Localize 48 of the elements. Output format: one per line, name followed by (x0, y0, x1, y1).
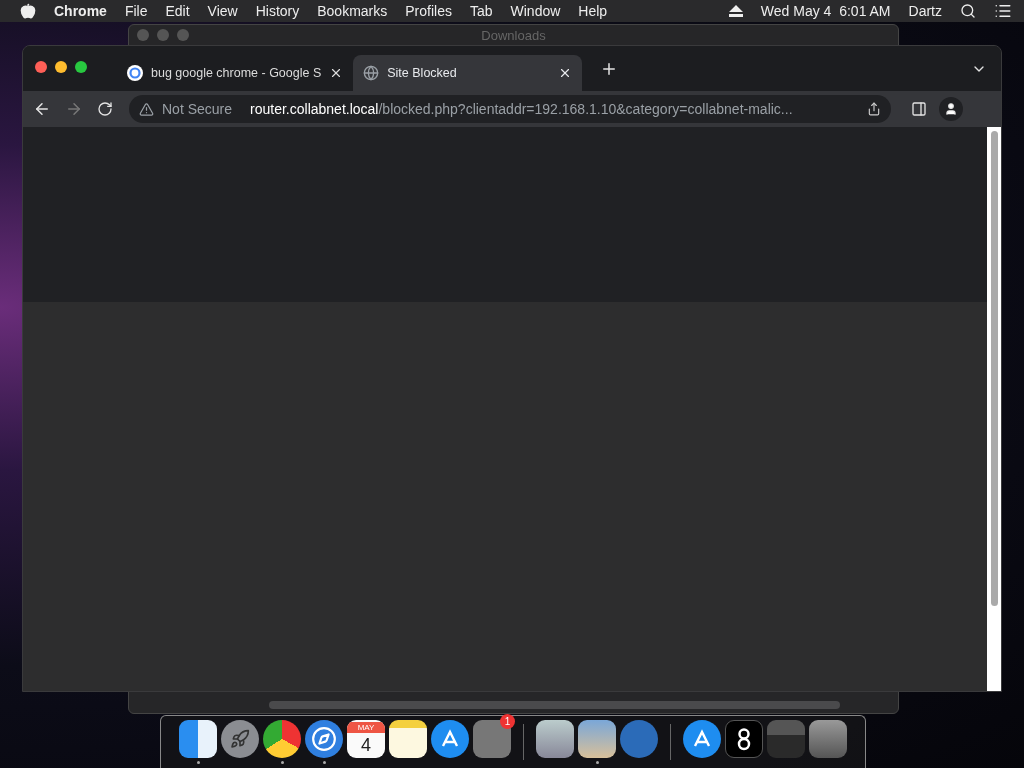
url-text: router.collabnet.local/blocked.php?clientaddr=192.168.1.10&category=collabnet-malic... (250, 101, 794, 117)
menu-item[interactable]: Edit (165, 3, 190, 19)
reload-icon (97, 101, 113, 117)
window-title: Downloads (480, 27, 547, 43)
terminal-icon[interactable] (725, 720, 763, 758)
eject-icon[interactable] (728, 5, 743, 17)
profile-button[interactable] (939, 97, 963, 121)
calendar-day: 4 (361, 732, 371, 757)
calendar-icon[interactable]: MAY 4 (347, 720, 385, 758)
compass-icon[interactable] (305, 720, 343, 758)
scrollbar-thumb[interactable] (990, 131, 998, 606)
browser-tab[interactable]: bug google chrome - Google S (117, 55, 354, 91)
address-bar[interactable]: Not Secure router.collabnet.local/blocked.php?clientaddr=192.168.1.10&category=collabnet-malic... (129, 95, 891, 123)
app-store-icon[interactable] (431, 720, 469, 758)
user-name[interactable]: Dartz (908, 3, 942, 19)
notepad-icon[interactable] (389, 720, 427, 758)
side-panel-icon (911, 101, 927, 117)
share-icon[interactable] (867, 102, 881, 116)
forward-icon (65, 100, 83, 118)
app-store-icon[interactable] (683, 720, 721, 758)
app-menu[interactable]: Chrome (54, 3, 107, 19)
zoom-button[interactable] (75, 60, 87, 73)
calendar-month: MAY (347, 721, 385, 733)
security-label: Not Secure (162, 101, 233, 117)
menu-item[interactable]: File (124, 3, 148, 19)
menu-item[interactable]: Help (578, 3, 608, 19)
minimize-button[interactable] (55, 60, 67, 73)
menu-item[interactable]: Profiles (405, 3, 452, 19)
side-panel-button[interactable] (909, 99, 929, 119)
notification-badge: 1 (500, 714, 515, 729)
reload-button[interactable] (95, 99, 115, 119)
menu-item[interactable]: Tab (469, 3, 493, 19)
close-button[interactable] (35, 60, 47, 73)
globe-icon (363, 65, 380, 81)
clock[interactable]: Wed May 4 6:01 AM (760, 3, 891, 19)
warning-icon (139, 101, 154, 117)
rocket-icon[interactable] (221, 720, 259, 758)
apple-icon[interactable] (20, 3, 36, 19)
list-icon[interactable] (994, 2, 1012, 20)
menu-item[interactable]: History (255, 3, 300, 19)
person-icon (944, 102, 958, 116)
menu-item[interactable]: Window (510, 3, 561, 19)
browser-tab[interactable]: Site Blocked (353, 55, 583, 91)
menu-item[interactable]: Bookmarks (317, 3, 388, 19)
menu-item[interactable]: View (207, 3, 238, 19)
back-icon (33, 100, 51, 118)
search-icon[interactable] (960, 3, 976, 19)
google-icon (127, 65, 143, 81)
